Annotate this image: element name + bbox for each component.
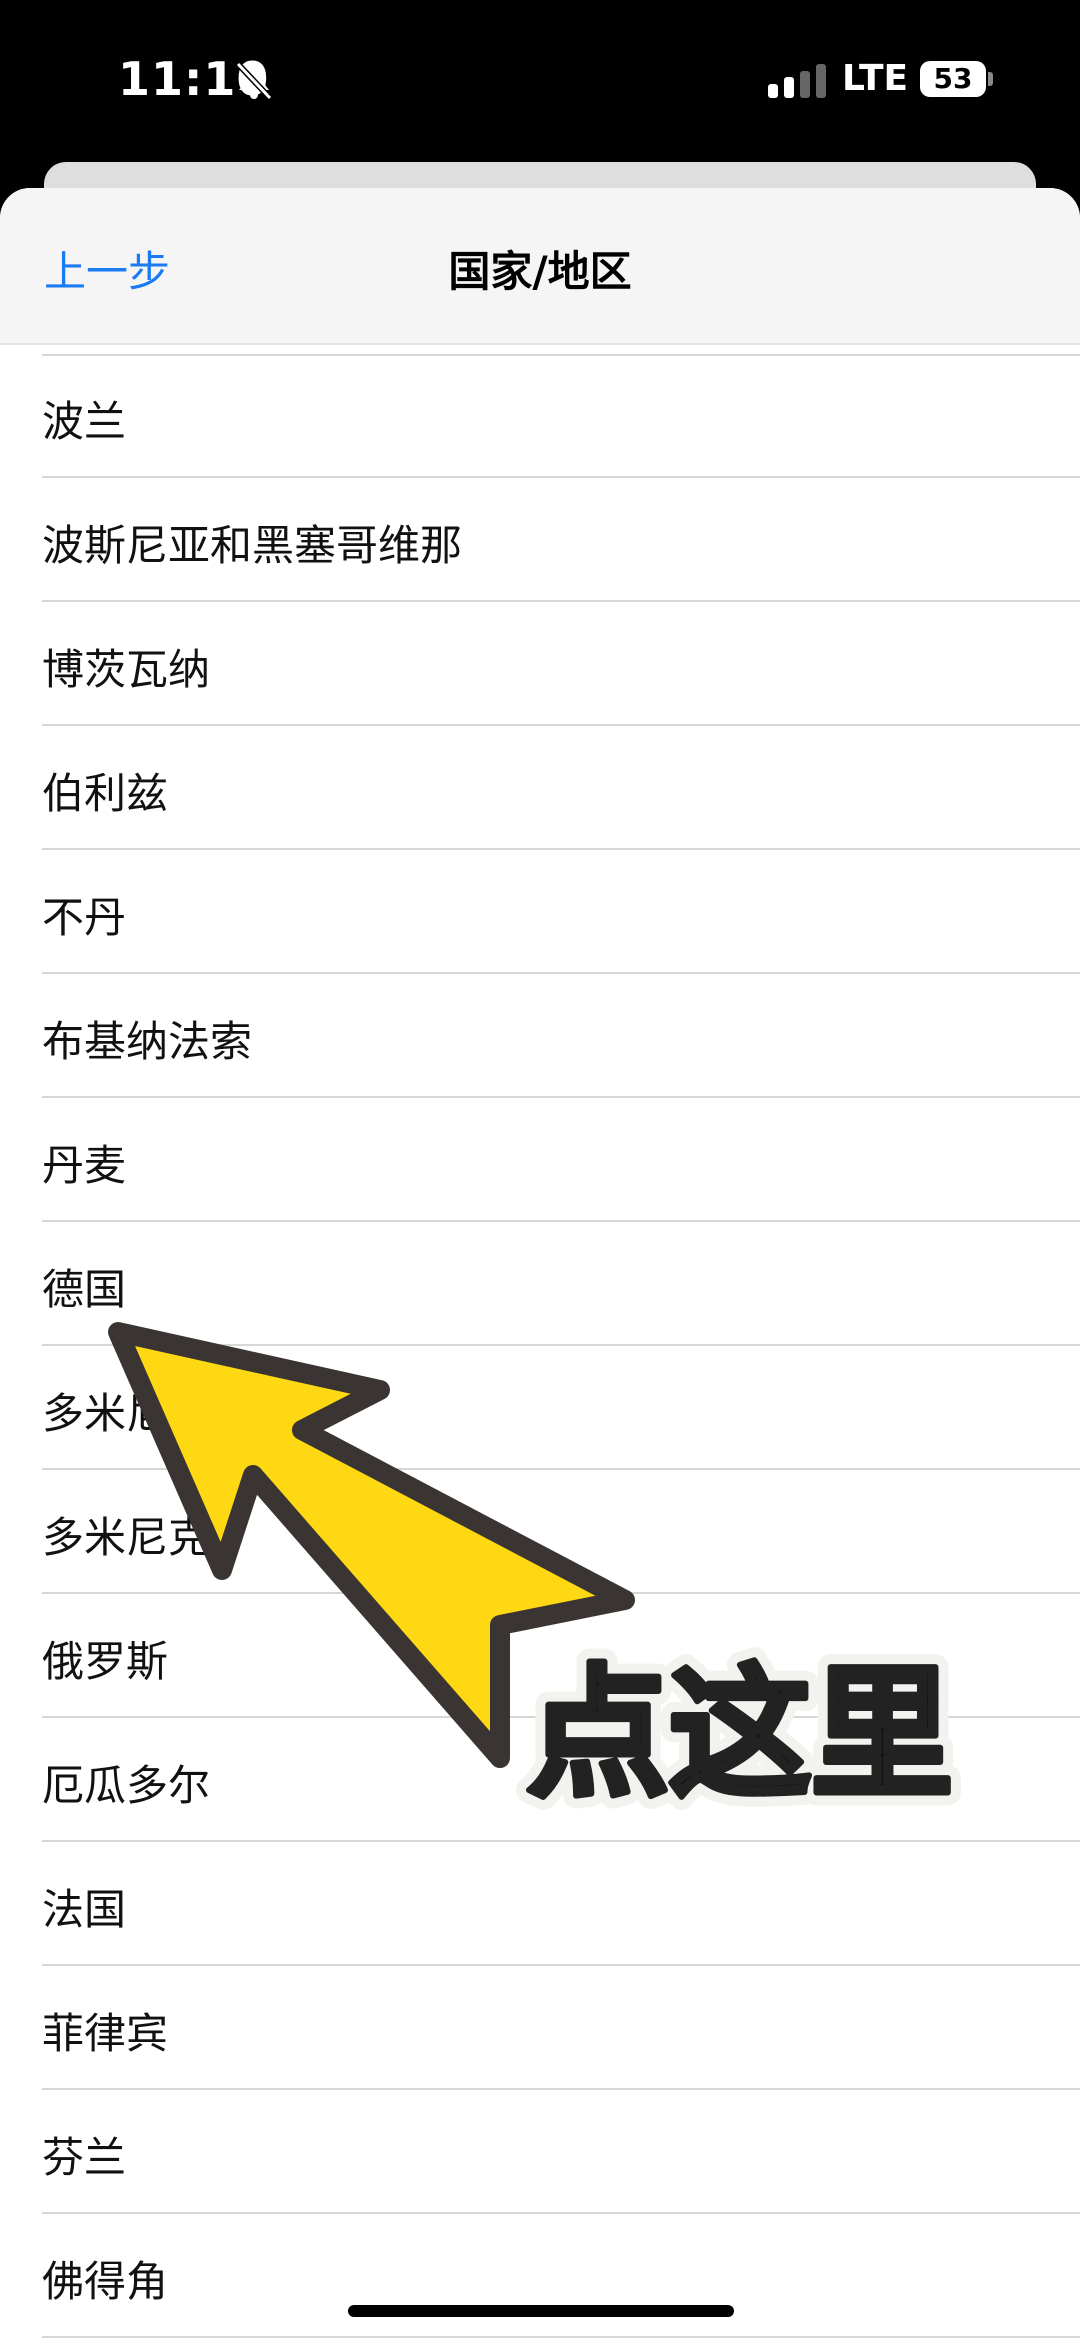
list-item[interactable]: 俄罗斯 [0,1594,1080,1718]
signal-icon [768,64,826,98]
list-item[interactable]: 波兰 [0,354,1080,478]
list-item[interactable]: 芬兰 [0,2090,1080,2214]
country-name: 芬兰 [42,2133,127,2182]
country-name: 俄罗斯 [42,1637,169,1686]
list-item[interactable]: 不丹 [0,850,1080,974]
list-item[interactable]: 丹麦 [0,1098,1080,1222]
list-item[interactable]: 德国 [0,1222,1080,1346]
battery-tip [988,72,993,86]
nav-bar: 上一步 国家/地区 [0,188,1080,343]
page-title: 国家/地区 [448,247,632,296]
list-item[interactable]: 法国 [0,1842,1080,1966]
battery-icon: 53 [920,61,986,97]
nav-divider [0,343,1080,345]
country-picker-sheet: 上一步 国家/地区 波兰波斯尼亚和黑塞哥维那 博茨瓦纳伯利兹不丹布基纳法索丹麦德国… [0,188,1080,2341]
country-name: 厄瓜多尔 [42,1761,211,1810]
list-item[interactable]: 伯利兹 [0,726,1080,850]
list-item[interactable]: 布基纳法索 [0,974,1080,1098]
list-item[interactable]: 多米尼加 [0,1346,1080,1470]
list-item[interactable]: 博茨瓦纳 [0,602,1080,726]
country-name: 博茨瓦纳 [42,645,211,694]
country-name: 佛得角 [42,2257,169,2306]
country-name: 波斯尼亚和黑塞哥维那 [42,521,463,570]
country-name: 不丹 [42,893,127,942]
bell-slash-icon [235,61,273,101]
country-name: 丹麦 [42,1141,127,1190]
country-name: 法国 [42,1885,127,1934]
list-separator [42,2336,1080,2338]
country-name: 德国 [42,1265,127,1314]
network-label: LTE [842,58,909,99]
list-item[interactable]: 多米尼克 [0,1470,1080,1594]
country-name: 伯利兹 [42,769,169,818]
list-item[interactable]: 厄瓜多尔 [0,1718,1080,1842]
status-bar: 11:10 LTE 53 [0,0,1080,160]
country-name: 波兰 [42,397,127,446]
list-item[interactable]: 佛得角 [0,2214,1080,2338]
list-item[interactable]: 菲律宾 [0,1966,1080,2090]
home-indicator [348,2305,734,2317]
list-item[interactable]: 波斯尼亚和黑塞哥维那 [0,478,1080,602]
country-name: 布基纳法索 [42,1017,253,1066]
country-name: 多米尼克 [42,1513,211,1562]
country-name: 多米尼加 [42,1389,211,1438]
country-name: 菲律宾 [42,2009,169,2058]
